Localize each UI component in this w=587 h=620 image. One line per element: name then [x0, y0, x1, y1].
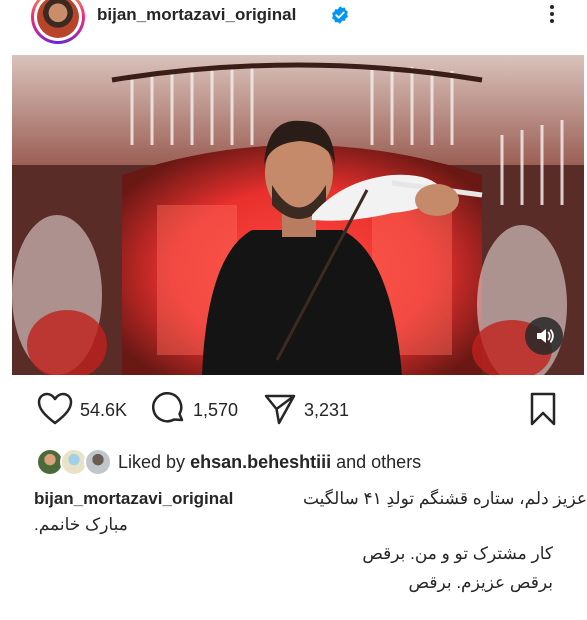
share-count[interactable]: 3,231 — [304, 400, 349, 421]
like-count[interactable]: 54.6K — [80, 400, 127, 421]
post-header: bijan_mortazavi_original — [0, 0, 587, 50]
speaker-icon — [537, 329, 554, 343]
heart-icon[interactable] — [37, 392, 73, 426]
share-icon[interactable] — [263, 392, 297, 426]
comment-icon[interactable] — [152, 392, 186, 426]
liked-by-suffix[interactable]: and others — [336, 452, 421, 472]
avatar-border — [34, 0, 82, 41]
liked-by-prefix: Liked by — [118, 452, 186, 472]
liker-avatar — [84, 448, 112, 476]
liked-by-text: Liked by ehsan.beheshtiii and others — [118, 452, 421, 473]
comment-count[interactable]: 1,570 — [193, 400, 238, 421]
video-frame — [12, 55, 584, 375]
liked-by-row[interactable]: Liked by ehsan.beheshtiii and others — [0, 448, 587, 478]
liked-by-user[interactable]: ehsan.beheshtiii — [190, 452, 331, 472]
caption-username[interactable]: bijan_mortazavi_original — [34, 489, 233, 509]
sound-toggle-button[interactable] — [525, 317, 563, 355]
bookmark-icon[interactable] — [529, 392, 557, 426]
caption-line-3: کار مشترک تو و من. برقص — [362, 544, 553, 563]
post-username[interactable]: bijan_mortazavi_original — [97, 5, 296, 25]
caption-line-4: برقص عزیزم. برقص — [408, 573, 553, 592]
post-video[interactable] — [12, 55, 584, 375]
more-vertical-icon[interactable] — [544, 2, 560, 30]
verified-badge-icon — [332, 6, 348, 24]
caption-line-2: مبارک خانمم. — [34, 515, 128, 534]
avatar-image — [37, 0, 79, 38]
avatar[interactable] — [31, 0, 85, 44]
caption-line-1: عزیز دلم، ستاره قشنگم تولدِ ۴۱ سالگیت — [302, 489, 587, 508]
post-action-bar: 54.6K 1,570 3,231 — [0, 392, 587, 432]
